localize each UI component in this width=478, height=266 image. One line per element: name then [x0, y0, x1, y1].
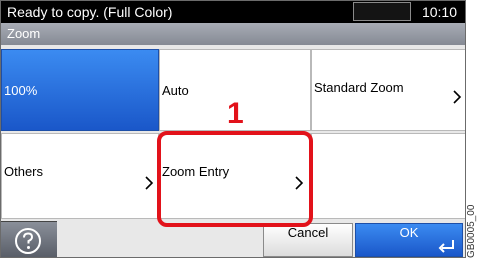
chevron-right-icon — [294, 176, 304, 190]
option-zoom-entry-label: Zoom Entry — [162, 164, 230, 179]
status-message: Ready to copy. (Full Color) — [7, 4, 173, 20]
ok-button[interactable]: OK — [355, 223, 463, 257]
option-zoom-entry[interactable]: Zoom Entry — [159, 133, 311, 219]
bottom-bar: Cancel OK — [1, 219, 465, 257]
option-others-label: Others — [4, 164, 44, 179]
status-bar: Ready to copy. (Full Color) 10:10 — [1, 1, 465, 23]
cancel-button[interactable]: Cancel — [263, 223, 353, 257]
option-100-percent-label: 100% — [4, 83, 38, 98]
option-auto-label: Auto — [162, 83, 189, 98]
ok-button-label: OK — [399, 225, 419, 240]
help-button[interactable] — [1, 221, 57, 257]
option-standard-zoom-label: Standard Zoom — [314, 80, 404, 95]
cancel-button-label: Cancel — [287, 225, 329, 240]
device-screen: Ready to copy. (Full Color) 10:10 Zoom 1… — [0, 0, 466, 258]
screen-title: Zoom — [7, 26, 41, 41]
status-time: 10:10 — [421, 4, 457, 20]
zoom-options-grid: 100% Auto Standard Zoom Others Zoom Entr… — [1, 49, 465, 219]
option-100-percent[interactable]: 100% — [1, 49, 159, 131]
chevron-right-icon — [452, 90, 462, 104]
empty-cell — [311, 133, 465, 219]
screen-title-bar: Zoom — [1, 23, 465, 45]
question-mark-icon — [15, 228, 41, 254]
chevron-right-icon — [144, 176, 154, 190]
enter-icon — [438, 240, 454, 253]
option-standard-zoom[interactable]: Standard Zoom — [311, 49, 465, 131]
status-indicator-box — [353, 2, 411, 21]
step-marker: 1 — [227, 97, 244, 130]
figure-code: GB0005_00 — [466, 204, 477, 258]
option-others[interactable]: Others — [1, 133, 159, 219]
